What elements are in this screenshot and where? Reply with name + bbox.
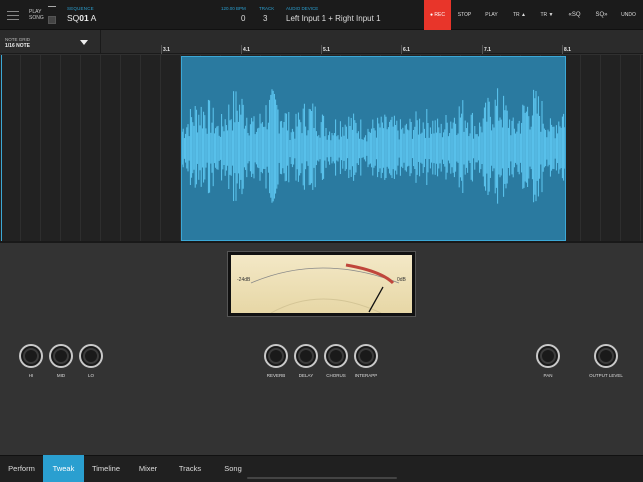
hi-knob[interactable] bbox=[19, 344, 43, 368]
vu-meter: -24dB 0dB bbox=[227, 251, 416, 317]
lo-knob[interactable] bbox=[79, 344, 103, 368]
chorus-knob[interactable] bbox=[324, 344, 348, 368]
pan-knob-label: PAN bbox=[543, 373, 553, 378]
vu-min-label: -24dB bbox=[237, 277, 251, 283]
output-level-knob[interactable] bbox=[594, 344, 618, 368]
waveform bbox=[182, 88, 565, 204]
tab-song[interactable]: Song bbox=[216, 455, 250, 482]
menu-icon[interactable] bbox=[7, 11, 19, 20]
grid-line bbox=[620, 55, 621, 241]
audio-device-selector[interactable]: Left Input 1 + Right Input 1 bbox=[286, 14, 381, 23]
sequence-number: 01 bbox=[79, 13, 89, 23]
undo-button[interactable]: UNDO bbox=[615, 0, 642, 30]
grid-line bbox=[600, 55, 601, 241]
audio-region[interactable] bbox=[181, 56, 566, 241]
interapp-knob-label: INTERAPP bbox=[354, 373, 378, 378]
delay-knob[interactable] bbox=[294, 344, 318, 368]
lo-knob-label: LO bbox=[87, 373, 94, 378]
ruler-label: 7.1 bbox=[484, 47, 491, 53]
sequence-next-button[interactable]: SQ» bbox=[588, 0, 615, 30]
vu-max-label: 0dB bbox=[397, 277, 406, 283]
bpm-value[interactable]: 0 bbox=[241, 14, 245, 23]
sequence-suffix: A bbox=[88, 13, 97, 23]
tab-tracks[interactable]: Tracks bbox=[172, 455, 208, 482]
play-song-toggle[interactable] bbox=[47, 4, 57, 24]
track-up-button[interactable]: TR ▲ bbox=[506, 0, 533, 30]
playhead[interactable] bbox=[1, 55, 2, 241]
ruler-tick bbox=[562, 45, 563, 54]
track-label: TRACK bbox=[259, 6, 275, 11]
ruler-label: 8.1 bbox=[564, 47, 571, 53]
mid-knob[interactable] bbox=[49, 344, 73, 368]
vu-meter-face: -24dB 0dB bbox=[231, 255, 412, 313]
ruler-tick bbox=[482, 45, 483, 54]
chevron-down-icon[interactable] bbox=[80, 40, 88, 45]
bpm-label: 120.00 BPM bbox=[221, 6, 246, 11]
sequence-prev-button[interactable]: «SQ bbox=[561, 0, 588, 30]
grid-line bbox=[640, 55, 641, 241]
sequence-label: SEQUENCE bbox=[67, 6, 94, 11]
grid-line bbox=[140, 55, 141, 241]
grid-line bbox=[20, 55, 21, 241]
interapp-knob[interactable] bbox=[354, 344, 378, 368]
note-grid-label: NOTE GRID bbox=[5, 37, 31, 42]
home-indicator bbox=[247, 477, 397, 479]
ruler-tick bbox=[161, 45, 162, 54]
reverb-knob[interactable] bbox=[264, 344, 288, 368]
ruler-label: 3.1 bbox=[163, 47, 170, 53]
ruler-label: 5.1 bbox=[323, 47, 330, 53]
ruler-tick bbox=[321, 45, 322, 54]
track-value[interactable]: 3 bbox=[263, 14, 267, 23]
vu-meter-scale bbox=[250, 263, 400, 313]
sequence-prefix: SQ bbox=[67, 13, 80, 23]
audio-device-label: AUDIO DEVICE bbox=[286, 6, 319, 11]
grid-line bbox=[60, 55, 61, 241]
ruler-label: 4.1 bbox=[243, 47, 250, 53]
ruler-tick bbox=[241, 45, 242, 54]
app-root: PLAY SONG SEQUENCE SQ01 A 120.00 BPM 0 T… bbox=[0, 0, 643, 482]
tab-mixer[interactable]: Mixer bbox=[132, 455, 164, 482]
grid-line bbox=[580, 55, 581, 241]
grid-line bbox=[80, 55, 81, 241]
grid-line bbox=[100, 55, 101, 241]
sequence-selector[interactable]: SQ01 A bbox=[67, 13, 96, 23]
track-down-button[interactable]: TR ▼ bbox=[534, 0, 560, 30]
divider bbox=[100, 30, 101, 54]
output-level-knob-label: OUTPUT LEVEL bbox=[589, 373, 623, 378]
tab-tweak[interactable]: Tweak bbox=[43, 455, 84, 482]
grid-line bbox=[160, 55, 161, 241]
tab-timeline[interactable]: Timeline bbox=[86, 455, 126, 482]
ruler-label: 6.1 bbox=[403, 47, 410, 53]
note-grid-value[interactable]: 1/16 NOTE bbox=[5, 43, 30, 49]
grid-line bbox=[120, 55, 121, 241]
play-button[interactable]: PLAY bbox=[478, 0, 505, 30]
pan-knob[interactable] bbox=[536, 344, 560, 368]
record-button[interactable]: ● REC bbox=[424, 0, 451, 30]
grid-line bbox=[40, 55, 41, 241]
play-song-button[interactable]: PLAY SONG bbox=[29, 9, 44, 21]
stop-button[interactable]: STOP bbox=[452, 0, 477, 30]
ruler-tick bbox=[401, 45, 402, 54]
tab-perform[interactable]: Perform bbox=[0, 455, 43, 482]
